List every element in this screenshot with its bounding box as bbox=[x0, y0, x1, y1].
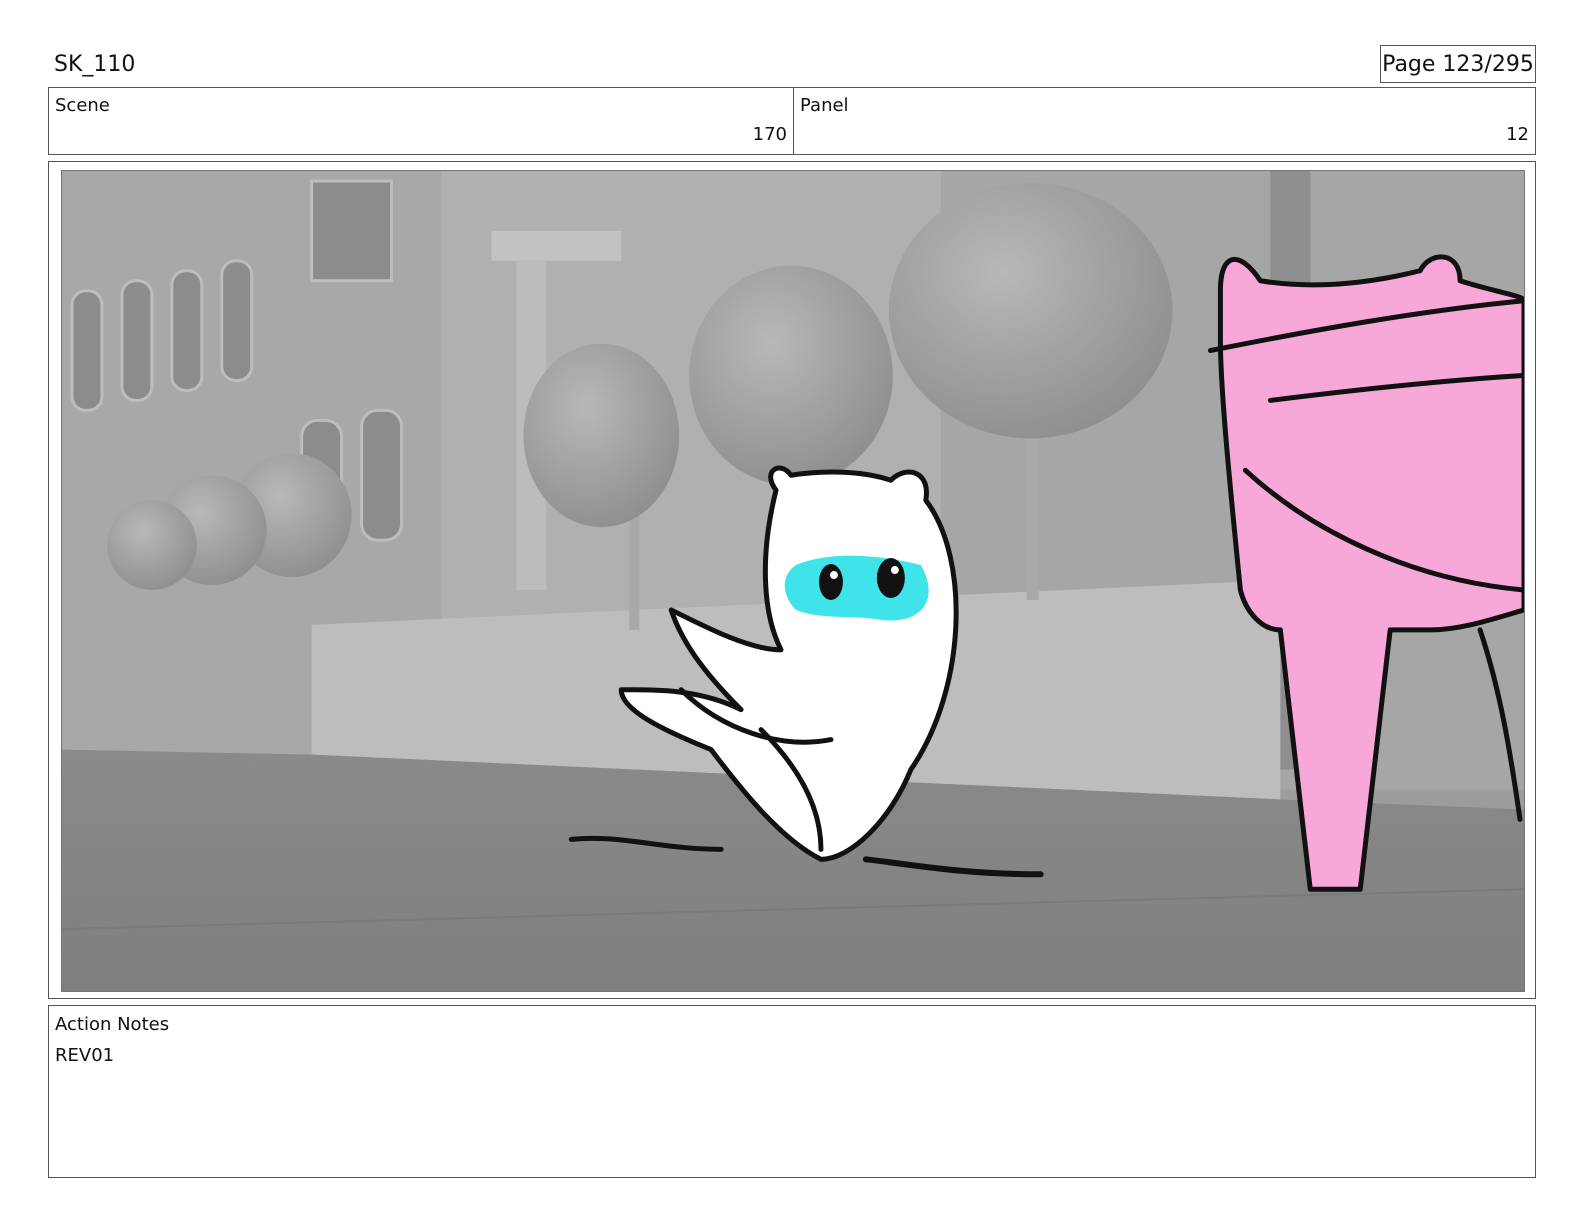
page-indicator: Page 123/295 bbox=[1380, 45, 1536, 83]
panel-number: 12 bbox=[1506, 124, 1529, 145]
scene-number: 170 bbox=[752, 124, 787, 145]
storyboard-image bbox=[61, 170, 1525, 992]
scene-label: Scene bbox=[55, 95, 110, 116]
panel-label: Panel bbox=[800, 95, 849, 116]
action-notes-label: Action Notes bbox=[55, 1014, 170, 1035]
action-notes-text: REV01 bbox=[55, 1045, 115, 1066]
panel-cell: Panel 12 bbox=[794, 88, 1535, 154]
storyboard-drawing bbox=[62, 171, 1524, 991]
scene-cell: Scene 170 bbox=[49, 88, 794, 154]
storyboard-frame bbox=[48, 161, 1536, 999]
scene-panel-row: Scene 170 Panel 12 bbox=[48, 87, 1536, 155]
sheet-title: SK_110 bbox=[54, 52, 136, 77]
action-notes-box: Action Notes REV01 bbox=[48, 1005, 1536, 1178]
